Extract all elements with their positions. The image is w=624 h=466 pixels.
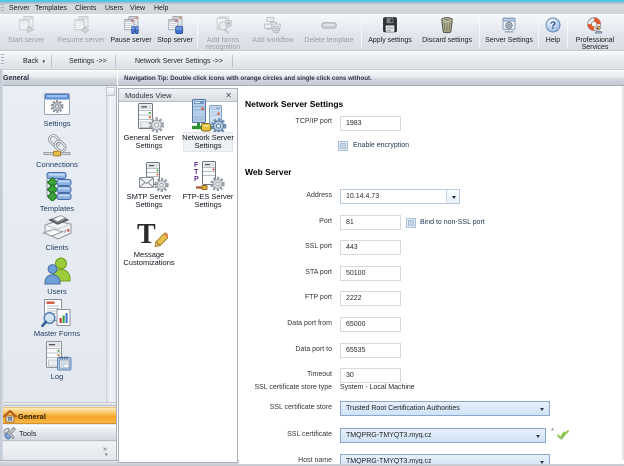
svg-text:T: T xyxy=(137,219,156,249)
svg-text:T: T xyxy=(194,169,199,176)
svg-text:F: F xyxy=(194,162,199,169)
svg-text:P: P xyxy=(194,176,199,183)
svg-text:?: ? xyxy=(550,21,556,32)
